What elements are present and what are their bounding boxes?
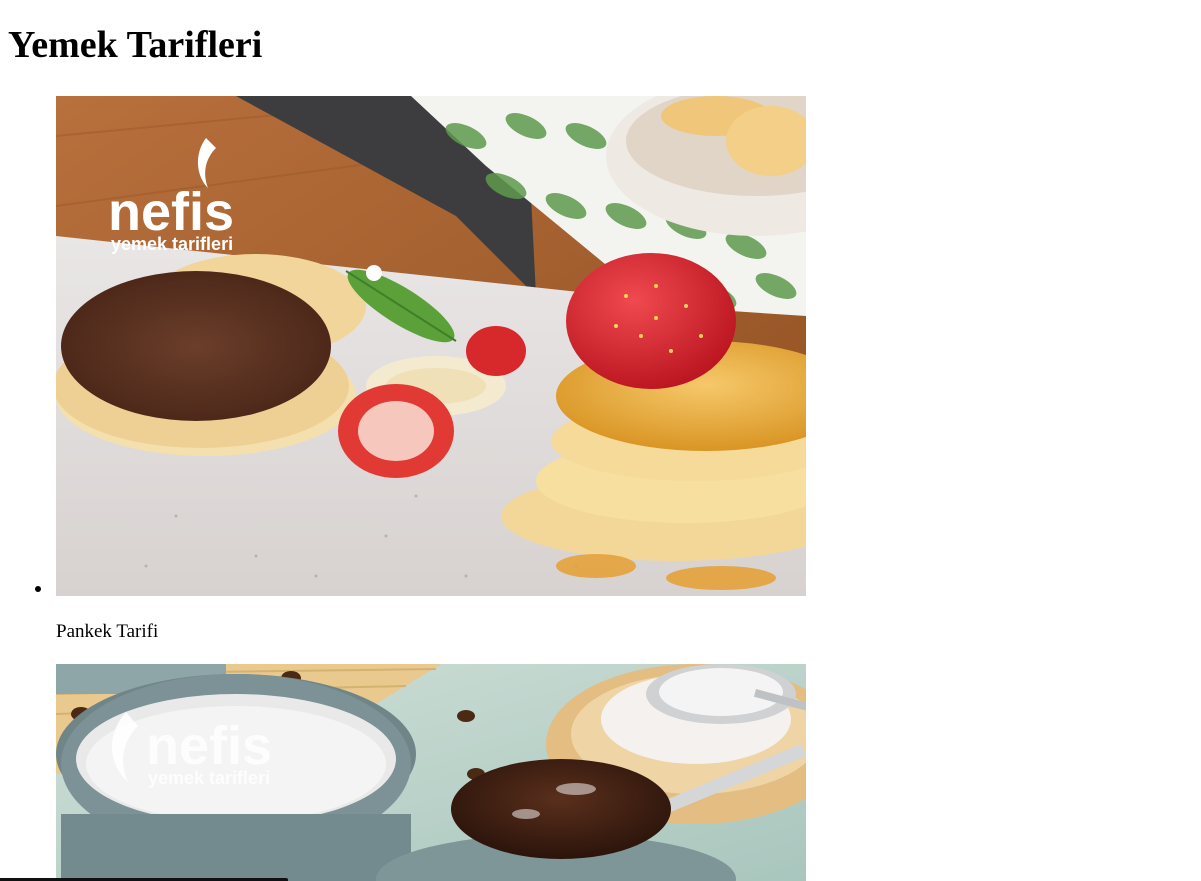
recipe-image-chocolate[interactable]: nefis yemek tarifleri <box>56 664 806 881</box>
recipe-image-pankek[interactable]: nefis yemek tarifleri <box>56 96 806 596</box>
page: Yemek Tarifleri nefis yemek tarifleri Pa… <box>0 0 1201 881</box>
logo-yemek-tarifleri: yemek tarifleri <box>111 234 233 254</box>
logo-nefis: nefis <box>146 716 272 776</box>
page-title: Yemek Tarifleri <box>8 24 263 66</box>
logo-yemek-tarifleri: yemek tarifleri <box>148 768 270 788</box>
recipe-caption[interactable]: Pankek Tarifi <box>56 620 158 644</box>
list-bullet <box>35 586 41 592</box>
logo-nefis: nefis <box>108 182 234 242</box>
